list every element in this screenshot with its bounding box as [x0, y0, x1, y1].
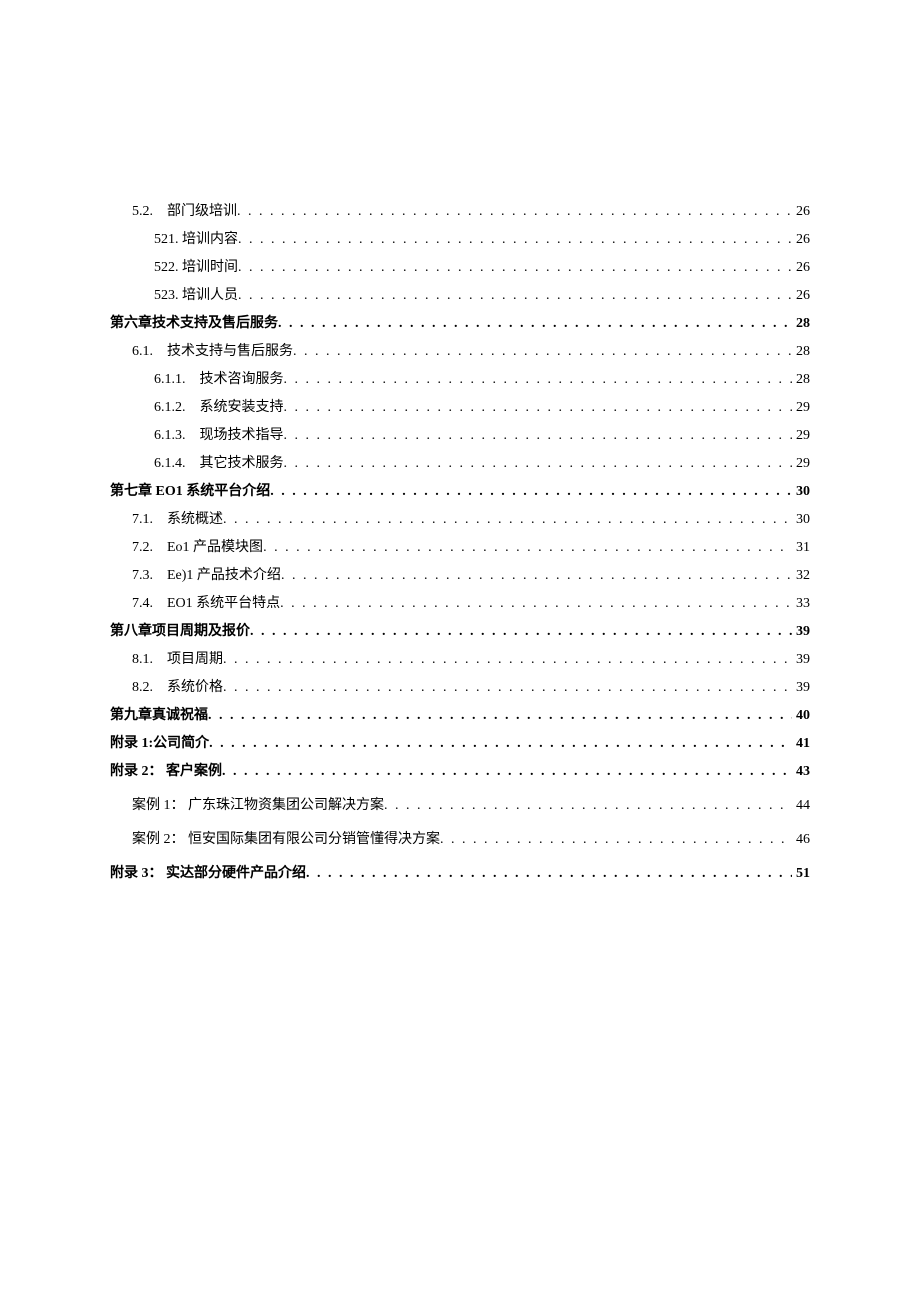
toc-entry: 8.2. 系统价格 39 — [110, 676, 810, 696]
table-of-contents: 5.2. 部门级培训 26521. 培训内容 26522. 培训时间 26523… — [110, 200, 810, 882]
toc-entry: 523. 培训人员 26 — [110, 284, 810, 304]
toc-page-number: 28 — [792, 372, 810, 388]
toc-leader-dots — [284, 400, 793, 416]
toc-leader-dots — [263, 540, 792, 556]
toc-leader-dots — [293, 344, 792, 360]
toc-entry: 521. 培训内容 26 — [110, 228, 810, 248]
toc-entry: 5.2. 部门级培训 26 — [110, 200, 810, 220]
toc-page-number: 39 — [792, 624, 810, 640]
toc-entry: 7.3. Ee)1 产品技术介绍 32 — [110, 564, 810, 584]
toc-label: 6.1.3. 现场技术指导 — [154, 424, 284, 444]
toc-leader-dots — [281, 568, 792, 584]
toc-entry: 7.2. Eo1 产品模块图 31 — [110, 536, 810, 556]
toc-leader-dots — [278, 316, 792, 332]
toc-label: 7.4. EO1 系统平台特点 — [132, 592, 280, 612]
toc-label: 附录 3： 实达部分硬件产品介绍 — [110, 862, 306, 882]
toc-entry: 8.1. 项目周期 39 — [110, 648, 810, 668]
toc-entry: 第六章技术支持及售后服务 28 — [110, 312, 810, 332]
toc-page-number: 44 — [792, 798, 810, 814]
toc-entry: 6.1.1. 技术咨询服务 28 — [110, 368, 810, 388]
toc-label: 附录 2： 客户案例 — [110, 760, 222, 780]
toc-entry: 第七章 EO1 系统平台介绍 30 — [110, 480, 810, 500]
toc-entry: 附录 1:公司简介 41 — [110, 732, 810, 752]
toc-page-number: 33 — [792, 596, 810, 612]
toc-entry: 7.1. 系统概述 30 — [110, 508, 810, 528]
toc-label: 6.1.2. 系统安装支持 — [154, 396, 284, 416]
toc-label: 第七章 EO1 系统平台介绍 — [110, 480, 270, 500]
toc-page-number: 26 — [792, 232, 810, 248]
toc-leader-dots — [238, 288, 792, 304]
toc-page-number: 40 — [792, 708, 810, 724]
toc-leader-dots — [223, 512, 792, 528]
toc-label: 8.1. 项目周期 — [132, 648, 223, 668]
toc-entry: 6.1.2. 系统安装支持 29 — [110, 396, 810, 416]
toc-page-number: 41 — [792, 736, 810, 752]
toc-leader-dots — [306, 866, 792, 882]
toc-label: 案例 1： 广东珠江物资集团公司解决方案 — [132, 794, 384, 814]
toc-entry: 第九章真诚祝福 40 — [110, 704, 810, 724]
toc-leader-dots — [223, 652, 792, 668]
toc-page-number: 29 — [792, 428, 810, 444]
toc-page-number: 39 — [792, 652, 810, 668]
toc-page-number: 26 — [792, 288, 810, 304]
toc-label: 8.2. 系统价格 — [132, 676, 223, 696]
toc-leader-dots — [238, 260, 792, 276]
toc-label: 7.2. Eo1 产品模块图 — [132, 536, 263, 556]
toc-page-number: 46 — [792, 832, 810, 848]
toc-entry: 附录 2： 客户案例 43 — [110, 760, 810, 780]
toc-entry: 第八章项目周期及报价 39 — [110, 620, 810, 640]
toc-label: 第九章真诚祝福 — [110, 704, 208, 724]
toc-page-number: 26 — [792, 260, 810, 276]
toc-page-number: 39 — [792, 680, 810, 696]
toc-entry: 6.1. 技术支持与售后服务 28 — [110, 340, 810, 360]
toc-label: 案例 2： 恒安国际集团有限公司分销管懂得决方案 — [132, 828, 440, 848]
toc-leader-dots — [284, 428, 793, 444]
toc-page-number: 28 — [792, 344, 810, 360]
toc-leader-dots — [222, 764, 792, 780]
toc-entry: 6.1.4. 其它技术服务 29 — [110, 452, 810, 472]
toc-label: 6.1. 技术支持与售后服务 — [132, 340, 293, 360]
toc-leader-dots — [284, 372, 793, 388]
toc-page-number: 32 — [792, 568, 810, 584]
toc-label: 521. 培训内容 — [154, 228, 238, 248]
toc-page-number: 29 — [792, 456, 810, 472]
toc-page-number: 29 — [792, 400, 810, 416]
toc-leader-dots — [280, 596, 792, 612]
toc-entry: 附录 3： 实达部分硬件产品介绍 51 — [110, 862, 810, 882]
toc-entry: 6.1.3. 现场技术指导 29 — [110, 424, 810, 444]
toc-label: 7.1. 系统概述 — [132, 508, 223, 528]
toc-label: 523. 培训人员 — [154, 284, 238, 304]
toc-leader-dots — [223, 680, 792, 696]
toc-label: 5.2. 部门级培训 — [132, 200, 237, 220]
toc-label: 第六章技术支持及售后服务 — [110, 312, 278, 332]
toc-label: 第八章项目周期及报价 — [110, 620, 250, 640]
toc-page-number: 31 — [792, 540, 810, 556]
toc-page-number: 30 — [792, 484, 810, 500]
toc-leader-dots — [237, 204, 792, 220]
toc-page-number: 26 — [792, 204, 810, 220]
toc-page-number: 43 — [792, 764, 810, 780]
toc-label: 7.3. Ee)1 产品技术介绍 — [132, 564, 281, 584]
toc-leader-dots — [250, 624, 792, 640]
toc-page-number: 28 — [792, 316, 810, 332]
toc-label: 6.1.4. 其它技术服务 — [154, 452, 284, 472]
toc-leader-dots — [270, 484, 792, 500]
toc-page-number: 51 — [792, 866, 810, 882]
toc-label: 522. 培训时间 — [154, 256, 238, 276]
toc-label: 6.1.1. 技术咨询服务 — [154, 368, 284, 388]
toc-leader-dots — [284, 456, 793, 472]
toc-leader-dots — [384, 798, 792, 814]
toc-entry: 案例 1： 广东珠江物资集团公司解决方案 44 — [110, 794, 810, 814]
toc-leader-dots — [440, 832, 792, 848]
toc-entry: 522. 培训时间 26 — [110, 256, 810, 276]
toc-leader-dots — [208, 708, 792, 724]
toc-entry: 案例 2： 恒安国际集团有限公司分销管懂得决方案 46 — [110, 828, 810, 848]
toc-leader-dots — [209, 736, 792, 752]
toc-leader-dots — [238, 232, 792, 248]
toc-page-number: 30 — [792, 512, 810, 528]
toc-entry: 7.4. EO1 系统平台特点 33 — [110, 592, 810, 612]
toc-label: 附录 1:公司简介 — [110, 732, 209, 752]
